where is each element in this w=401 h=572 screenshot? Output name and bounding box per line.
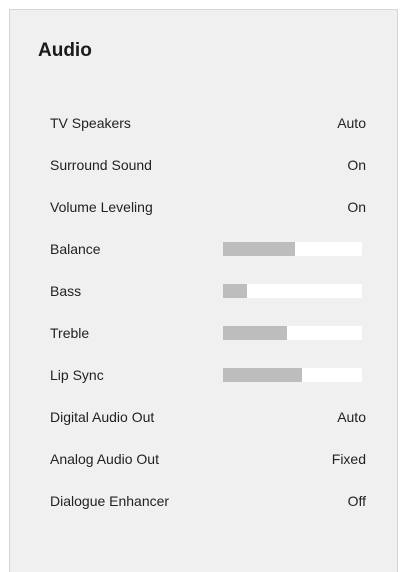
menu-item-volume-leveling[interactable]: Volume Leveling On [50, 186, 366, 228]
menu-item-label: Volume Leveling [50, 199, 153, 215]
menu-item-label: TV Speakers [50, 115, 131, 131]
menu-item-balance[interactable]: Balance [50, 228, 366, 270]
balance-slider-fill [223, 242, 296, 256]
lip-sync-slider-fill [223, 368, 303, 382]
treble-slider-fill [223, 326, 287, 340]
menu-item-analog-audio-out[interactable]: Analog Audio Out Fixed [50, 438, 366, 480]
menu-item-label: Surround Sound [50, 157, 152, 173]
menu-item-value: On [347, 157, 366, 173]
menu-item-tv-speakers[interactable]: TV Speakers Auto [50, 102, 366, 144]
balance-slider[interactable] [223, 242, 362, 256]
menu-item-label: Digital Audio Out [50, 409, 155, 425]
treble-slider[interactable] [223, 326, 362, 340]
menu-item-lip-sync[interactable]: Lip Sync [50, 354, 366, 396]
menu-item-dialogue-enhancer[interactable]: Dialogue Enhancer Off [50, 480, 366, 522]
menu-item-label: Balance [50, 241, 101, 257]
lip-sync-slider[interactable] [223, 368, 362, 382]
audio-settings-panel: Audio TV Speakers Auto Surround Sound On… [9, 9, 398, 572]
bass-slider-fill [223, 284, 247, 298]
menu-item-treble[interactable]: Treble [50, 312, 366, 354]
menu-item-surround-sound[interactable]: Surround Sound On [50, 144, 366, 186]
menu-item-value: Auto [337, 115, 366, 131]
menu-item-label: Treble [50, 325, 90, 341]
menu-item-label: Lip Sync [50, 367, 104, 383]
menu-item-label: Bass [50, 283, 82, 299]
menu-item-bass[interactable]: Bass [50, 270, 366, 312]
bass-slider[interactable] [223, 284, 362, 298]
menu-item-digital-audio-out[interactable]: Digital Audio Out Auto [50, 396, 366, 438]
menu-item-value: Off [347, 493, 366, 509]
menu-item-value: Fixed [331, 451, 366, 467]
menu-item-label: Dialogue Enhancer [50, 493, 170, 509]
menu-item-value: On [347, 199, 366, 215]
audio-menu: TV Speakers Auto Surround Sound On Volum… [50, 102, 366, 522]
menu-item-value: Auto [337, 409, 366, 425]
page-title: Audio [38, 40, 92, 61]
menu-item-label: Analog Audio Out [50, 451, 159, 467]
